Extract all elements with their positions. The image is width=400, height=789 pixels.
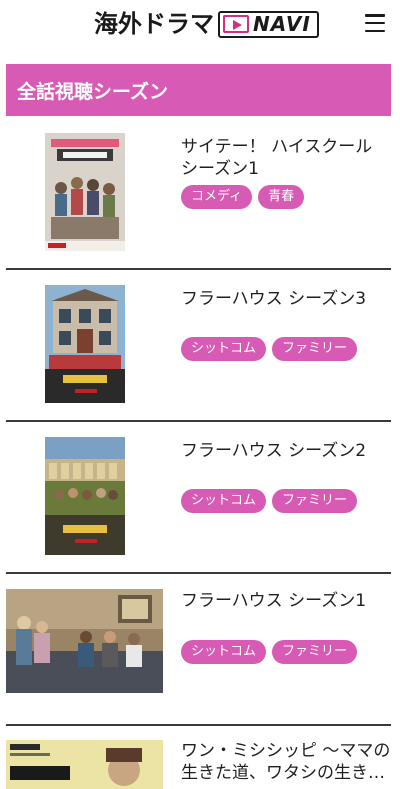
- section-header: 全話視聴シーズン: [6, 64, 391, 116]
- poster-image[interactable]: [45, 437, 125, 555]
- item-title[interactable]: サイテー！ ハイスクール シーズン1: [181, 136, 391, 180]
- poster-art: [45, 133, 125, 251]
- tag-family[interactable]: ファミリー: [272, 337, 358, 361]
- divider: [6, 724, 391, 726]
- tag-list: コメディ 青春: [181, 185, 305, 209]
- item-title[interactable]: フラーハウス シーズン2: [181, 440, 391, 462]
- list-item[interactable]: サイテー！ ハイスクール シーズン1 コメディ 青春: [6, 133, 391, 268]
- divider: [6, 420, 391, 422]
- divider: [6, 572, 391, 574]
- poster-image[interactable]: [6, 740, 163, 789]
- tag-list: シットコム ファミリー: [181, 489, 358, 513]
- item-title[interactable]: フラーハウス シーズン3: [181, 288, 391, 310]
- poster-image[interactable]: [45, 133, 125, 251]
- tag-list: シットコム ファミリー: [181, 337, 358, 361]
- logo-text-en: NAVI: [253, 12, 311, 36]
- poster-art: [6, 740, 163, 789]
- item-title[interactable]: ワン・ミシシッピ 〜ママの生きた道、ワタシの生き…: [181, 740, 391, 784]
- hamburger-icon[interactable]: [365, 14, 385, 32]
- logo-text-jp: 海外ドラマ: [94, 10, 214, 38]
- tag-sitcom[interactable]: シットコム: [181, 337, 267, 361]
- section-title: 全話視聴シーズン: [17, 80, 169, 103]
- site-header: 海外ドラマ NAVI: [0, 0, 400, 52]
- list-item[interactable]: フラーハウス シーズン1 シットコム ファミリー: [6, 589, 391, 724]
- tag-comedy[interactable]: コメディ: [181, 185, 253, 209]
- list-item[interactable]: ワン・ミシシッピ 〜ママの生きた道、ワタシの生き…: [6, 740, 391, 789]
- list-item[interactable]: フラーハウス シーズン3 シットコム ファミリー: [6, 285, 391, 420]
- tag-family[interactable]: ファミリー: [272, 640, 358, 664]
- poster-art: [45, 437, 125, 555]
- still-art: [6, 589, 163, 693]
- tag-sitcom[interactable]: シットコム: [181, 489, 267, 513]
- site-logo[interactable]: 海外ドラマ NAVI: [94, 9, 319, 39]
- poster-art: [45, 285, 125, 403]
- list-item[interactable]: フラーハウス シーズン2 シットコム ファミリー: [6, 437, 391, 572]
- divider: [6, 268, 391, 270]
- tag-sitcom[interactable]: シットコム: [181, 640, 267, 664]
- logo-navi-box: NAVI: [218, 10, 319, 38]
- item-title[interactable]: フラーハウス シーズン1: [181, 590, 391, 612]
- tag-list: シットコム ファミリー: [181, 640, 358, 664]
- tag-youth[interactable]: 青春: [258, 185, 305, 209]
- poster-image[interactable]: [45, 285, 125, 403]
- tag-family[interactable]: ファミリー: [272, 489, 358, 513]
- play-icon: [223, 15, 249, 33]
- episode-still-image[interactable]: [6, 589, 163, 693]
